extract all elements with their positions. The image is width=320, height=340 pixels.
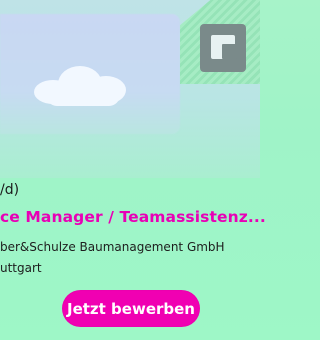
apply-button[interactable]: Jetzt bewerben: [62, 290, 200, 327]
job-meta-top: /d): [0, 182, 20, 198]
cloud-icon: [28, 58, 132, 108]
job-title[interactable]: ce Manager / Teamassistenz...: [0, 208, 266, 226]
job-image: [0, 0, 260, 178]
company-name: ber&Schulze Baumanagement GmbH: [0, 240, 225, 254]
job-location: uttgart: [0, 261, 42, 275]
expand-icon[interactable]: [200, 24, 246, 72]
